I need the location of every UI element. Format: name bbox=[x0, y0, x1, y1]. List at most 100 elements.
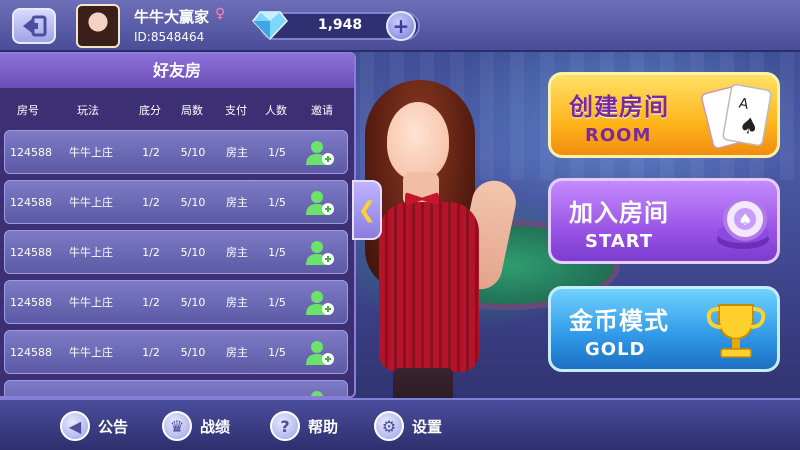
round-count: 5/10 bbox=[180, 296, 206, 309]
table-row[interactable]: 124588 牛牛上庄 1/2 5/10 房主 1/5 bbox=[4, 130, 348, 174]
game-mode: 牛牛上庄 bbox=[69, 246, 113, 259]
exit-icon bbox=[23, 15, 47, 37]
player-count: 1/5 bbox=[268, 196, 286, 209]
column-header-mode: 玩法 bbox=[77, 104, 99, 117]
add-user-icon bbox=[306, 241, 334, 265]
table-row[interactable]: 124588 牛牛上庄 1/2 5/10 房主 1/5 bbox=[4, 330, 348, 374]
base-score: 1/2 bbox=[142, 346, 160, 359]
round-count: 5/10 bbox=[173, 381, 213, 396]
add-user-icon bbox=[306, 191, 334, 215]
create-room-button[interactable]: 创建房间 ROOM A ♠ bbox=[548, 72, 780, 158]
room-list: 124588 牛牛上庄 1/2 5/10 房主 1/5 124588 牛牛上庄 … bbox=[4, 130, 348, 396]
payment: 房主 bbox=[226, 346, 248, 359]
column-header-pay: 支付 bbox=[225, 104, 247, 117]
table-row[interactable]: 124588 牛牛上庄 1/2 5/10 房主 1/5 bbox=[4, 180, 348, 224]
column-header-players: 人数 bbox=[265, 104, 287, 117]
invite-button[interactable] bbox=[303, 188, 337, 218]
records-button[interactable]: ♛ 战绩 bbox=[162, 408, 230, 444]
settings-button[interactable]: ⚙ 设置 bbox=[374, 408, 442, 444]
gold-mode-button[interactable]: 金币模式 GOLD bbox=[548, 286, 780, 372]
room-number: 124588 bbox=[10, 346, 52, 359]
payment: 房主 bbox=[226, 146, 248, 159]
player-count: 1/5 bbox=[268, 146, 286, 159]
join-room-sublabel: START bbox=[585, 231, 654, 252]
speaker-icon: ◀ bbox=[60, 411, 90, 441]
announcement-button[interactable]: ◀ 公告 bbox=[60, 408, 128, 444]
diamond-icon bbox=[252, 11, 288, 40]
gem-count: 1,948 bbox=[317, 17, 363, 33]
crown-icon: ♛ bbox=[162, 411, 192, 441]
add-user-icon bbox=[306, 341, 334, 365]
round-count: 5/10 bbox=[180, 346, 206, 359]
gold-mode-label: 金币模式 bbox=[569, 307, 669, 335]
game-mode: 牛牛上庄 bbox=[63, 381, 119, 396]
poker-chips-icon: ♠ bbox=[717, 197, 769, 249]
game-mode: 牛牛上庄 bbox=[69, 196, 113, 209]
trophy-icon bbox=[706, 304, 766, 358]
column-header-invite: 邀请 bbox=[311, 104, 333, 117]
player-count: 1/5 bbox=[268, 296, 286, 309]
column-header-room: 房号 bbox=[17, 104, 39, 117]
game-mode: 牛牛上庄 bbox=[69, 146, 113, 159]
base-score: 1/2 bbox=[142, 146, 160, 159]
add-user-icon bbox=[306, 291, 334, 315]
dealer-vest bbox=[379, 202, 479, 372]
back-button[interactable] bbox=[12, 8, 56, 44]
avatar[interactable] bbox=[76, 4, 120, 48]
payment: 房主 bbox=[226, 296, 248, 309]
settings-label: 设置 bbox=[412, 417, 443, 436]
create-room-sublabel: ROOM bbox=[585, 125, 652, 146]
gold-mode-sublabel: GOLD bbox=[585, 339, 646, 360]
payment: 房主 bbox=[226, 196, 248, 209]
add-user-icon bbox=[306, 141, 334, 165]
game-mode: 牛牛上庄 bbox=[69, 296, 113, 309]
user-id: ID:8548464 bbox=[134, 30, 205, 44]
room-number: 124588 bbox=[10, 196, 52, 209]
round-count: 5/10 bbox=[180, 196, 206, 209]
room-number: 124588 bbox=[10, 246, 52, 259]
payment: 房主 bbox=[226, 246, 248, 259]
friend-room-panel: 好友房 房号 玩法 底分 局数 支付 人数 邀请 124588 牛牛上庄 1/2… bbox=[0, 52, 356, 398]
payment: 房主 bbox=[217, 381, 257, 396]
top-bar: 牛牛大赢家 ♀ ID:8548464 1,948 + bbox=[0, 0, 800, 52]
player-count: 1/5 bbox=[257, 381, 297, 396]
table-row[interactable]: 124588 牛牛上庄 1/2 5/10 房主 1/5 bbox=[4, 280, 348, 324]
invite-button[interactable] bbox=[303, 288, 337, 318]
base-score: 1/2 bbox=[131, 381, 171, 396]
collapse-panel-button[interactable]: ❮ bbox=[352, 180, 382, 240]
add-user-icon bbox=[311, 391, 323, 396]
room-number: 124588 bbox=[5, 381, 57, 396]
help-button[interactable]: ? 帮助 bbox=[270, 408, 338, 444]
room-number: 124588 bbox=[10, 146, 52, 159]
records-label: 战绩 bbox=[200, 417, 231, 436]
username: 牛牛大赢家 bbox=[134, 8, 210, 26]
panel-title: 好友房 bbox=[0, 54, 354, 88]
base-score: 1/2 bbox=[142, 196, 160, 209]
invite-button[interactable] bbox=[303, 138, 337, 168]
table-row[interactable]: 124588 牛牛上庄 1/2 5/10 房主 1/5 bbox=[4, 230, 348, 274]
invite-button[interactable] bbox=[303, 338, 337, 368]
round-count: 5/10 bbox=[180, 246, 206, 259]
playing-cards-icon: A ♠ bbox=[701, 83, 772, 149]
announcement-label: 公告 bbox=[98, 417, 129, 436]
join-room-button[interactable]: 加入房间 START ♠ bbox=[548, 178, 780, 264]
column-header-rounds: 局数 bbox=[181, 104, 203, 117]
create-room-label: 创建房间 bbox=[569, 93, 669, 121]
column-header-base: 底分 bbox=[139, 104, 161, 117]
bottom-bar: ◀ 公告 ♛ 战绩 ? 帮助 ⚙ 设置 bbox=[0, 398, 800, 450]
table-row[interactable]: 124588 牛牛上庄 1/2 5/10 房主 1/5 bbox=[4, 380, 348, 396]
invite-button[interactable] bbox=[303, 388, 337, 396]
svg-text:♠: ♠ bbox=[738, 210, 752, 229]
base-score: 1/2 bbox=[142, 296, 160, 309]
room-number: 124588 bbox=[10, 296, 52, 309]
dealer-illustration bbox=[345, 80, 530, 420]
dealer-face bbox=[387, 102, 449, 180]
round-count: 5/10 bbox=[180, 146, 206, 159]
player-count: 1/5 bbox=[268, 346, 286, 359]
gender-female-icon: ♀ bbox=[215, 6, 226, 22]
game-mode: 牛牛上庄 bbox=[69, 346, 113, 359]
help-label: 帮助 bbox=[308, 417, 339, 436]
invite-button[interactable] bbox=[303, 238, 337, 268]
add-gems-button[interactable]: + bbox=[386, 11, 416, 41]
base-score: 1/2 bbox=[142, 246, 160, 259]
